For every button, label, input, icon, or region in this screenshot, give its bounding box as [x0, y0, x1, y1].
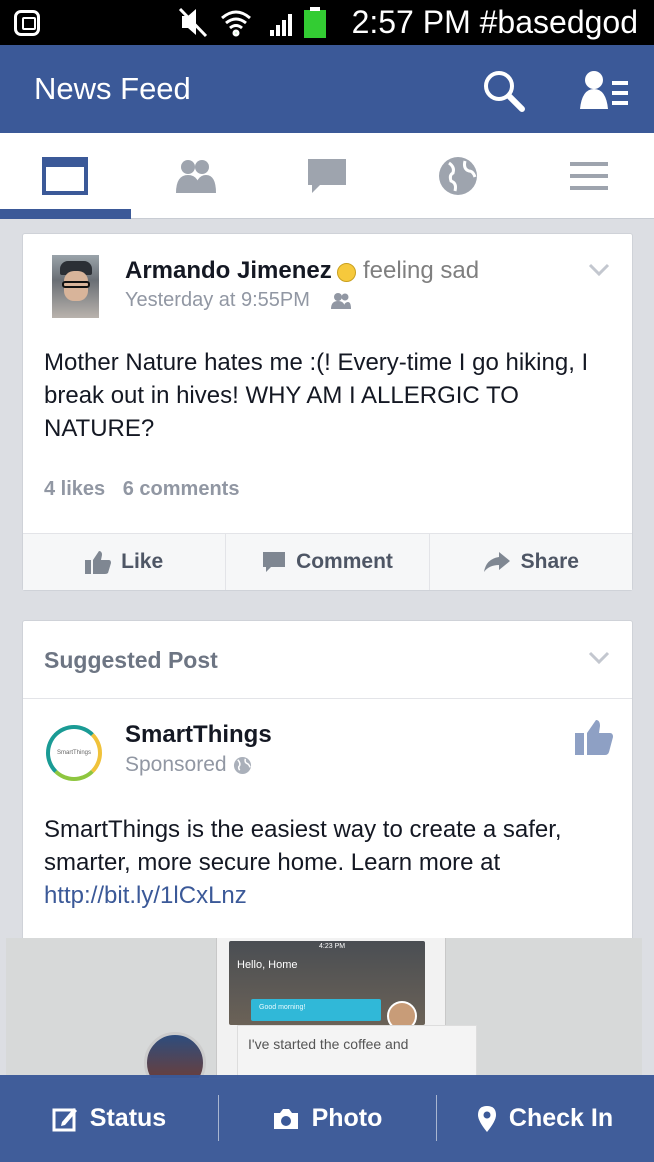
- app-header: News Feed: [0, 45, 654, 133]
- phone-illustration: 4:23 PM Hello, Home Good morning! I've s…: [216, 938, 477, 1078]
- comment-button[interactable]: Comment: [226, 534, 430, 590]
- post-author[interactable]: Armando Jimenez: [125, 257, 332, 285]
- messages-icon: [308, 159, 346, 193]
- public-globe-icon: [233, 756, 252, 775]
- friend-requests-icon: [176, 160, 216, 193]
- phone-greeting: Hello, Home: [237, 959, 298, 971]
- chevron-down-icon[interactable]: [588, 651, 610, 665]
- post-text: Mother Nature hates me :(! Every-time I …: [44, 349, 589, 442]
- friends-privacy-icon: [331, 293, 351, 309]
- thumbs-up-icon: [85, 551, 112, 574]
- tab-news-feed[interactable]: [0, 133, 130, 219]
- post-stats: 4 likes 6 comments: [44, 478, 251, 501]
- ad-text: SmartThings is the easiest way to create…: [44, 813, 619, 912]
- tab-notifications[interactable]: [393, 133, 523, 219]
- photo-label: Photo: [311, 1104, 383, 1132]
- check-in-label: Check In: [508, 1104, 614, 1132]
- divider: [23, 698, 632, 699]
- feed-post: Armando Jimenez feeling sad Yesterday at…: [22, 233, 633, 591]
- suggested-post-heading: Suggested Post: [44, 647, 218, 673]
- sad-emoji-icon: [337, 263, 356, 282]
- wifi-icon: [221, 10, 251, 37]
- chat-avatar: [144, 1032, 206, 1078]
- chevron-down-icon[interactable]: [588, 263, 610, 277]
- like-button[interactable]: Like: [23, 534, 227, 590]
- share-arrow-icon: [483, 552, 510, 572]
- phone-chat-bubble: I've started the coffee and: [237, 1025, 477, 1078]
- signal-icon: [270, 14, 292, 36]
- advertiser-name[interactable]: SmartThings: [125, 721, 272, 749]
- likes-count[interactable]: 4 likes: [44, 478, 105, 500]
- news-feed-icon: [42, 157, 88, 195]
- post-feeling: feeling sad: [363, 257, 480, 284]
- check-in-button[interactable]: Check In: [436, 1075, 654, 1162]
- share-button[interactable]: Share: [430, 534, 632, 590]
- photo-button[interactable]: Photo: [218, 1075, 436, 1162]
- ad-image[interactable]: 4:23 PM Hello, Home Good morning! I've s…: [6, 938, 642, 1078]
- tab-messages[interactable]: [262, 133, 392, 219]
- status-icons: [178, 7, 326, 38]
- smartthings-logo[interactable]: SmartThings: [46, 725, 102, 781]
- active-tab-indicator: [0, 209, 131, 219]
- comments-count[interactable]: 6 comments: [123, 478, 240, 500]
- edit-icon: [52, 1107, 77, 1131]
- ad-link[interactable]: http://bit.ly/1lCxLnz: [44, 882, 247, 909]
- location-pin-icon: [477, 1105, 496, 1132]
- friends-list-icon[interactable]: [580, 69, 630, 113]
- post-timestamp[interactable]: Yesterday at 9:55PM: [125, 289, 310, 312]
- comment-icon: [263, 552, 286, 572]
- share-label: Share: [520, 550, 579, 573]
- post-actions: Like Comment Share: [23, 533, 632, 590]
- status-button[interactable]: Status: [0, 1075, 218, 1162]
- app-notification-icon: [14, 10, 40, 36]
- menu-icon: [570, 162, 608, 190]
- status-time: 2:57 PM #basedgod: [351, 4, 638, 40]
- like-page-icon[interactable]: [575, 719, 613, 755]
- sponsored-label: Sponsored: [125, 753, 227, 776]
- like-label: Like: [121, 550, 164, 573]
- battery-icon: [304, 7, 326, 38]
- phone-time: 4:23 PM: [319, 943, 346, 950]
- camera-icon: [273, 1108, 298, 1129]
- tab-bar: [0, 133, 654, 219]
- tab-more[interactable]: [524, 133, 654, 219]
- globe-icon: [439, 157, 477, 195]
- mute-icon: [178, 7, 208, 38]
- composer-bar: Status Photo Check In: [0, 1075, 654, 1162]
- status-label: Status: [89, 1104, 167, 1132]
- ad-body: SmartThings is the easiest way to create…: [44, 816, 562, 876]
- phone-screen: 4:23 PM Hello, Home Good morning!: [229, 941, 425, 1031]
- phone-message-bar: Good morning!: [251, 999, 381, 1021]
- status-bar: 2:57 PM #basedgod: [0, 0, 654, 45]
- author-avatar[interactable]: [52, 255, 99, 318]
- tab-friend-requests[interactable]: [130, 133, 260, 219]
- page-title: News Feed: [34, 71, 191, 106]
- comment-label: Comment: [296, 550, 393, 573]
- search-icon[interactable]: [482, 69, 526, 113]
